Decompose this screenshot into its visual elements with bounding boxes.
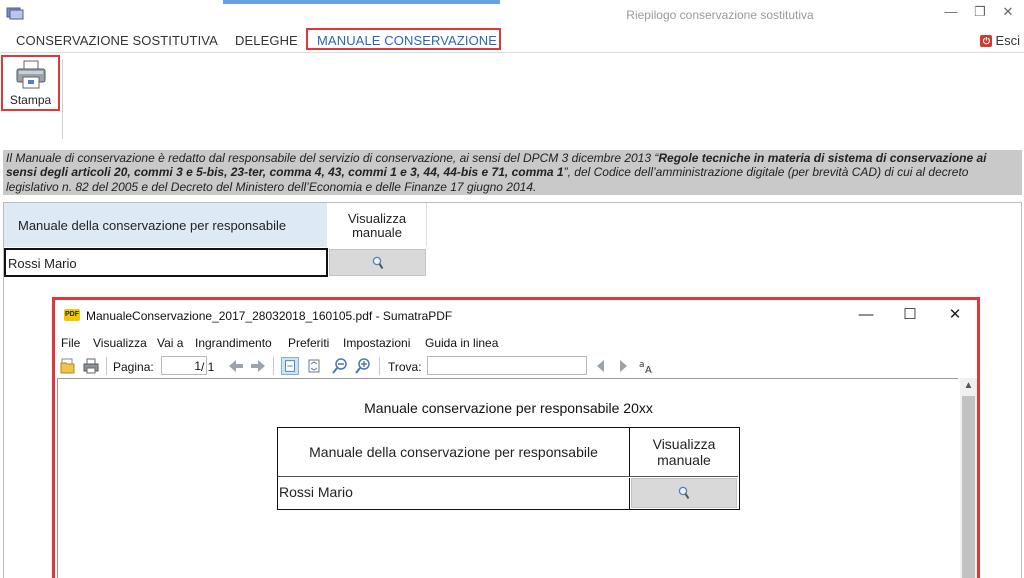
toolbar-separator (273, 357, 274, 375)
tab-deleghe[interactable]: DELEGHE (235, 33, 298, 48)
find-next-icon[interactable] (614, 357, 632, 375)
previous-page-icon[interactable] (227, 357, 245, 375)
ribbon: Stampa (0, 52, 1024, 142)
pdf-title: Manuale conservazione per responsabile 2… (364, 400, 653, 416)
sumatra-menu-ingrandimento[interactable]: Ingrandimento (195, 336, 272, 350)
minimize-icon[interactable]: — (943, 4, 959, 20)
title-bar: Riepilogo conservazione sostitutiva — ❐ … (0, 0, 1024, 28)
view-manual-button[interactable] (329, 249, 426, 276)
menu-bar: CONSERVAZIONE SOSTITUTIVA DELEGHE MANUAL… (0, 28, 1024, 52)
pdf-header-name: Manuale della conservazione per responsa… (278, 428, 630, 477)
next-page-icon[interactable] (249, 357, 267, 375)
sumatra-menu-preferiti[interactable]: Preferiti (288, 336, 329, 350)
scroll-up-icon[interactable]: ▲ (960, 378, 977, 394)
zoom-out-icon[interactable] (331, 357, 349, 375)
page-total: / 1 (201, 360, 215, 374)
find-previous-icon[interactable] (592, 357, 610, 375)
restore-icon[interactable]: ❐ (972, 4, 988, 20)
sumatra-close-icon[interactable]: ✕ (944, 306, 966, 324)
sumatra-title-bar: PDF ManualeConservazione_2017_28032018_1… (55, 300, 977, 330)
fit-width-icon[interactable] (305, 357, 323, 375)
grid-header-name: Manuale della conservazione per responsa… (4, 203, 327, 247)
fit-page-icon[interactable] (281, 357, 299, 375)
print-icon[interactable] (82, 357, 100, 375)
pdf-page[interactable]: Manuale conservazione per responsabile 2… (57, 378, 958, 578)
highlight-box-tab (306, 28, 501, 50)
sumatra-menu-bar: File Visualizza Vai a Ingrandimento Pref… (55, 334, 977, 352)
window-title: Riepilogo conservazione sostitutiva (626, 8, 814, 22)
vertical-scrollbar[interactable]: ▲ (960, 378, 977, 578)
sumatra-minimize-icon[interactable]: — (855, 306, 877, 324)
title-accent-bar (223, 0, 500, 4)
pdf-table: Manuale della conservazione per responsa… (277, 427, 740, 510)
info-banner: Il Manuale di conservazione è redatto da… (3, 150, 1022, 195)
sumatra-window: PDF ManualeConservazione_2017_28032018_1… (52, 297, 980, 578)
pdf-cell-name: Rossi Mario (278, 478, 630, 509)
sumatra-logo-icon: PDF (64, 309, 80, 321)
find-input[interactable] (427, 356, 587, 375)
power-icon: ⏻ (980, 34, 993, 47)
match-case-icon[interactable]: a A (638, 357, 656, 375)
pdf-view-button (631, 478, 737, 508)
exit-button[interactable]: ⏻ Esci (980, 33, 1020, 48)
highlight-box-print (1, 55, 60, 111)
close-icon[interactable]: ✕ (1000, 4, 1016, 20)
sumatra-menu-visualizza[interactable]: Visualizza (93, 336, 147, 350)
sumatra-menu-vai-a[interactable]: Vai a (157, 336, 183, 350)
sumatra-menu-file[interactable]: File (61, 336, 80, 350)
grid-header-view: Visualizza manuale (328, 203, 427, 247)
info-intro: Il Manuale di conservazione è redatto da… (6, 151, 659, 165)
find-label: Trova: (388, 360, 422, 374)
open-folder-icon[interactable] (59, 357, 77, 375)
svg-text:A: A (645, 365, 652, 375)
exit-label: Esci (995, 33, 1020, 48)
svg-text:a: a (639, 360, 645, 370)
pdf-header-view: Visualizza manuale (630, 428, 738, 477)
sumatra-maximize-icon[interactable]: ☐ (899, 306, 921, 324)
sumatra-title: ManualeConservazione_2017_28032018_16010… (86, 309, 453, 323)
page-label: Pagina: (113, 360, 154, 374)
sumatra-menu-impostazioni[interactable]: Impostazioni (343, 336, 410, 350)
tab-conservazione-sostitutiva[interactable]: CONSERVAZIONE SOSTITUTIVA (16, 33, 218, 48)
magnifier-icon (678, 486, 690, 500)
ribbon-separator (62, 59, 63, 139)
sumatra-toolbar: Pagina: 1 / 1 Trova: a A (55, 354, 977, 378)
scrollbar-thumb[interactable] (962, 396, 975, 578)
sumatra-menu-guida[interactable]: Guida in linea (425, 336, 498, 350)
magnifier-icon (372, 256, 383, 269)
toolbar-separator (379, 357, 380, 375)
zoom-in-icon[interactable] (354, 357, 372, 375)
grid-cell-name[interactable]: Rossi Mario (4, 248, 328, 277)
toolbar-separator (106, 357, 107, 375)
